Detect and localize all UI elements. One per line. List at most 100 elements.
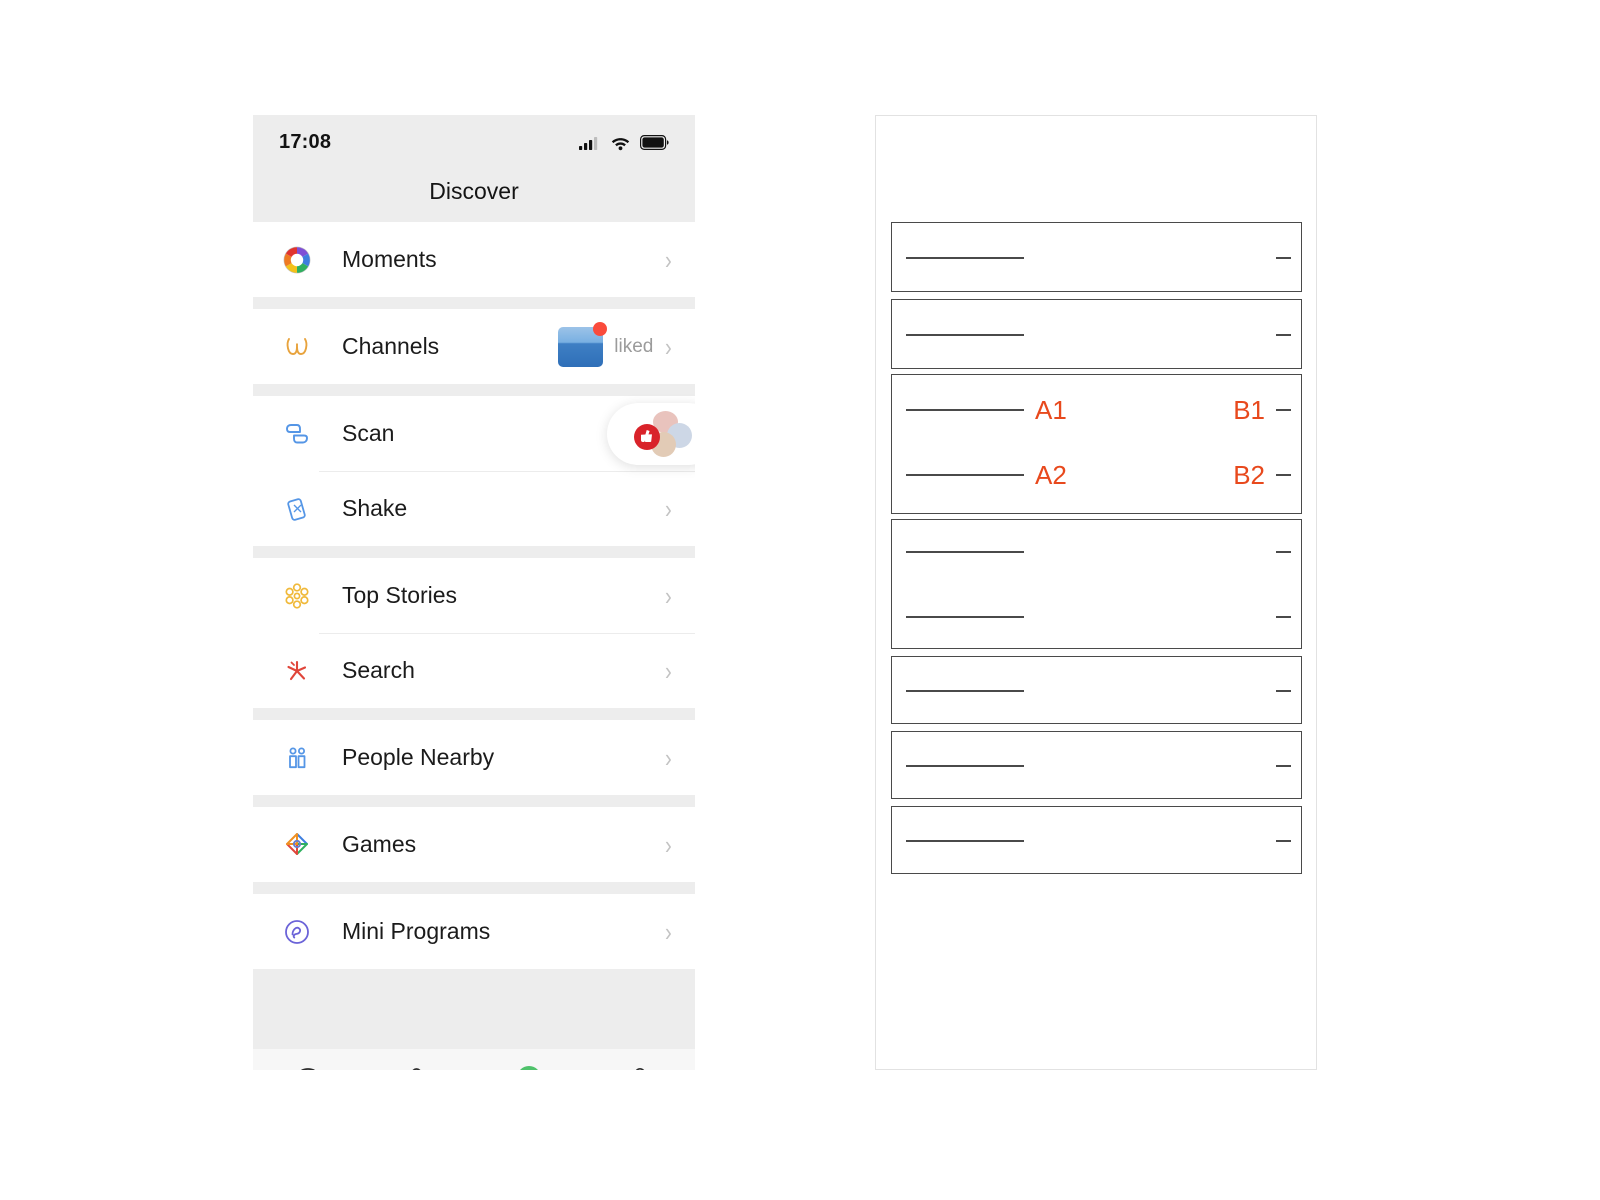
annotation-tag-b2: B2 [1233, 460, 1265, 490]
discover-compass-icon [512, 1061, 546, 1070]
bottom-tab-bar: Chats Contacts [253, 1049, 695, 1070]
list-group: Channels liked › [253, 309, 695, 384]
me-person-icon [623, 1061, 657, 1070]
chevron-right-icon: › [665, 916, 673, 947]
annotation-tag-a2: A2 [1035, 460, 1067, 490]
sidebar-item-label: Top Stories [342, 582, 458, 608]
wireframe-row-right: B1 [1233, 397, 1291, 423]
wireframe-row-left: A2 [906, 462, 1067, 488]
sidebar-item-label: Games [342, 831, 417, 857]
annotation-tag-a1: A1 [1035, 395, 1067, 425]
placeholder-dash [1276, 257, 1291, 259]
placeholder-line [906, 409, 1024, 411]
placeholder-line [906, 690, 1024, 692]
channels-butterfly-icon [277, 327, 317, 367]
search-starburst-icon [277, 651, 317, 691]
sidebar-item-games[interactable]: Games › [253, 807, 695, 882]
tab-discover[interactable]: Discover [474, 1061, 585, 1070]
wireframe-row-left [906, 616, 1024, 618]
reaction-avatar-cluster [634, 411, 692, 457]
chevron-right-icon: › [665, 655, 673, 686]
wireframe-panel: A1 B1 A2 B2 [875, 115, 1317, 1070]
group-separator [253, 384, 695, 396]
placeholder-line [906, 840, 1024, 842]
sidebar-item-channels[interactable]: Channels liked › [253, 309, 695, 384]
placeholder-line [906, 474, 1024, 476]
shake-icon [277, 489, 317, 529]
wireframe-row-left: A1 [906, 397, 1067, 423]
thumbs-up-icon [634, 424, 660, 450]
tab-chats[interactable]: Chats [253, 1061, 364, 1070]
placeholder-line [906, 257, 1024, 259]
wifi-icon [611, 137, 630, 150]
moments-aperture-icon [277, 240, 317, 280]
battery-full-icon [640, 135, 669, 150]
list-group: Top Stories › Search › [253, 558, 695, 708]
sidebar-item-label: People Nearby [342, 744, 495, 770]
scan-icon [277, 414, 317, 454]
wireframe-row-right [1276, 765, 1291, 767]
mini-programs-icon [277, 912, 317, 952]
group-separator [253, 546, 695, 558]
row-accessory: › [664, 658, 673, 684]
page-title: Discover [429, 178, 519, 204]
placeholder-line [906, 334, 1024, 336]
sidebar-item-search[interactable]: Search › [253, 633, 695, 708]
wireframe-row-left [906, 257, 1024, 259]
row-accessory: › [664, 496, 673, 522]
wireframe-box [891, 299, 1302, 369]
placeholder-line [906, 551, 1024, 553]
discover-list: Moments › Channels liked › Scan Shake › … [253, 222, 695, 1049]
wireframe-row-right [1276, 257, 1291, 259]
wireframe-box [891, 656, 1302, 724]
chat-bubble-icon [291, 1061, 325, 1070]
wireframe-box [891, 806, 1302, 874]
sidebar-item-shake[interactable]: Shake › [253, 471, 695, 546]
row-accessory: › [664, 745, 673, 771]
sidebar-item-label: Search [342, 657, 415, 683]
games-diamond-icon [277, 825, 317, 865]
group-separator [253, 795, 695, 807]
sidebar-item-scan[interactable]: Scan › [253, 396, 695, 471]
annotation-tag-b1: B1 [1233, 395, 1265, 425]
reaction-popover[interactable] [607, 403, 695, 465]
sidebar-item-label: Channels [342, 333, 440, 359]
row-accessory: › [664, 832, 673, 858]
wireframe-row-right [1276, 616, 1291, 618]
row-accessory: › [664, 919, 673, 945]
placeholder-dash [1276, 765, 1291, 767]
wireframe-box [891, 222, 1302, 292]
placeholder-dash [1276, 334, 1291, 336]
placeholder-dash [1276, 690, 1291, 692]
group-separator [253, 882, 695, 894]
status-bar-time: 17:08 [279, 131, 332, 153]
sidebar-item-moments[interactable]: Moments › [253, 222, 695, 297]
wireframe-row-right [1276, 334, 1291, 336]
sidebar-item-mini-programs[interactable]: Mini Programs › [253, 894, 695, 969]
placeholder-line [906, 765, 1024, 767]
tab-contacts[interactable]: Contacts [364, 1061, 475, 1070]
list-group: Scan › [253, 396, 695, 546]
chevron-right-icon: › [665, 829, 673, 860]
tab-me[interactable]: Me [585, 1061, 696, 1070]
row-accessory: liked › [558, 321, 673, 367]
list-group: Mini Programs › [253, 894, 695, 969]
channels-thumbnail[interactable] [558, 321, 608, 367]
row-accessory: › [664, 583, 673, 609]
channels-status-label: liked [614, 335, 654, 357]
status-bar-icons [579, 135, 669, 151]
chevron-right-icon: › [665, 580, 673, 611]
navigation-bar: Discover [253, 170, 695, 222]
cellular-signal-icon [579, 136, 598, 150]
wireframe-box [891, 519, 1302, 649]
sidebar-item-top-stories[interactable]: Top Stories › [253, 558, 695, 633]
sidebar-item-people-nearby[interactable]: People Nearby › [253, 720, 695, 795]
list-group: People Nearby › [253, 720, 695, 795]
wireframe-row-right [1276, 551, 1291, 553]
chevron-right-icon: › [665, 493, 673, 524]
wireframe-box [891, 731, 1302, 799]
sidebar-item-label: Moments [342, 246, 437, 272]
people-nearby-icon [277, 738, 317, 778]
status-bar: 17:08 [253, 115, 695, 170]
placeholder-dash [1276, 474, 1291, 476]
